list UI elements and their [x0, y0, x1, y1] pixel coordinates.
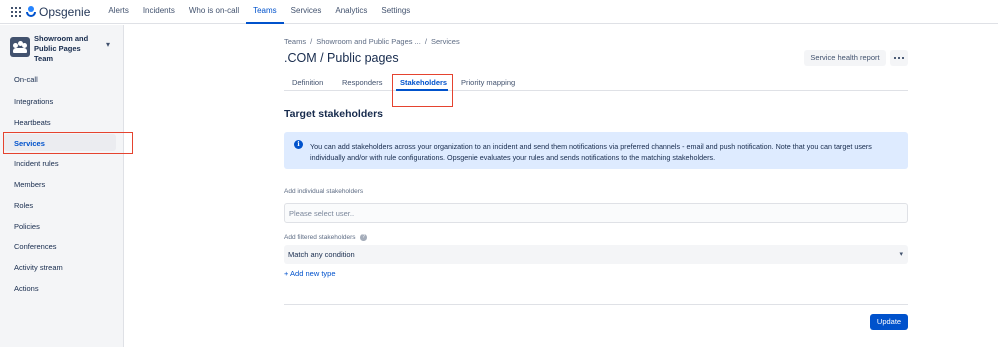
app-name: Opsgenie	[39, 4, 91, 19]
opsgenie-logo-icon	[26, 5, 36, 18]
service-health-report-button[interactable]: Service health report	[804, 50, 886, 66]
tab-definition[interactable]: Definition	[292, 78, 323, 87]
service-tabs: Definition Responders Stakeholders Prior…	[284, 75, 908, 91]
sidebar-item-members[interactable]: Members	[14, 180, 45, 189]
info-text: You can add stakeholders across your org…	[310, 142, 872, 162]
breadcrumb-separator: /	[424, 37, 427, 46]
breadcrumb: Teams / Showroom and Public Pages ... / …	[284, 37, 460, 46]
chevron-down-icon[interactable]: ▾	[106, 40, 110, 49]
nav-services[interactable]: Services	[284, 0, 329, 24]
more-icon	[893, 56, 897, 60]
filtered-stakeholders-label-text: Add filtered stakeholders	[284, 234, 356, 241]
sidebar-item-heartbeats[interactable]: Heartbeats	[14, 118, 51, 127]
nav-incidents[interactable]: Incidents	[136, 0, 182, 24]
team-avatar-icon	[10, 37, 30, 57]
top-navigation: Opsgenie Alerts Incidents Who is on-call…	[0, 0, 998, 24]
individual-stakeholders-label: Add individual stakeholders	[284, 188, 364, 195]
chevron-down-icon: ▾	[899, 251, 903, 258]
help-icon[interactable]: ?	[360, 234, 367, 241]
nav-teams[interactable]: Teams	[246, 0, 284, 24]
sidebar-item-activity-stream[interactable]: Activity stream	[14, 263, 63, 272]
nav-settings[interactable]: Settings	[374, 0, 417, 24]
nav-who-is-on-call[interactable]: Who is on-call	[182, 0, 246, 24]
sidebar-item-policies[interactable]: Policies	[14, 222, 40, 231]
tab-priority-mapping[interactable]: Priority mapping	[461, 78, 515, 87]
add-new-type-link[interactable]: + Add new type	[284, 269, 336, 278]
breadcrumb-team[interactable]: Showroom and Public Pages ...	[316, 37, 421, 46]
breadcrumb-separator: /	[310, 37, 313, 46]
sidebar-item-roles[interactable]: Roles	[14, 201, 33, 210]
info-message: i You can add stakeholders across your o…	[284, 132, 908, 169]
update-button[interactable]: Update	[870, 314, 908, 330]
sidebar-item-actions[interactable]: Actions	[14, 284, 39, 293]
tab-responders[interactable]: Responders	[342, 78, 382, 87]
services-highlight-box	[3, 132, 133, 154]
more-actions-button[interactable]	[890, 50, 908, 66]
condition-select-value: Match any condition	[288, 250, 355, 259]
opsgenie-logo[interactable]: Opsgenie	[26, 5, 90, 19]
nav-alerts[interactable]: Alerts	[101, 0, 135, 24]
condition-select[interactable]: Match any condition ▾	[284, 245, 908, 264]
sidebar-item-integrations[interactable]: Integrations	[14, 97, 53, 106]
team-switcher[interactable]: Showroom and Public Pages Team ▾	[10, 34, 118, 63]
breadcrumb-teams[interactable]: Teams	[284, 37, 306, 46]
sidebar-item-conferences[interactable]: Conferences	[14, 242, 57, 251]
sidebar-item-incident-rules[interactable]: Incident rules	[14, 159, 59, 168]
sidebar-item-on-call[interactable]: On-call	[14, 75, 38, 84]
stakeholders-highlight-box	[392, 74, 453, 107]
info-icon: i	[294, 140, 303, 149]
team-name: Showroom and Public Pages Team	[34, 34, 89, 63]
filtered-stakeholders-label: Add filtered stakeholders ?	[284, 234, 367, 241]
select-user-input[interactable]	[284, 203, 908, 223]
page-title: .COM / Public pages	[284, 51, 399, 65]
nav-analytics[interactable]: Analytics	[328, 0, 374, 24]
divider	[284, 304, 908, 305]
section-title: Target stakeholders	[284, 108, 384, 120]
breadcrumb-services[interactable]: Services	[431, 37, 460, 46]
app-switcher-icon[interactable]	[11, 6, 21, 17]
team-sidebar: Showroom and Public Pages Team ▾ On-call…	[0, 25, 124, 347]
